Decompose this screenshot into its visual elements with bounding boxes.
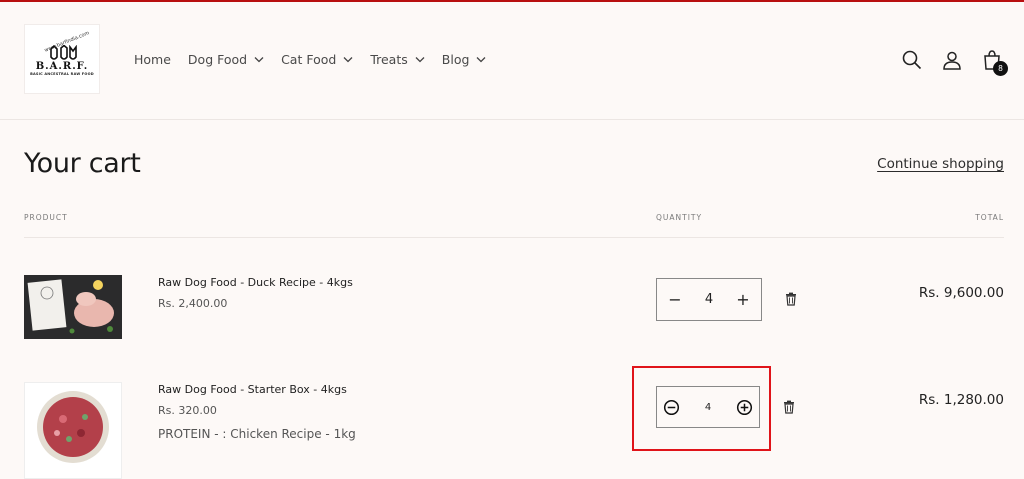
search-button[interactable]: [900, 48, 924, 72]
line-total: Rs. 9,600.00: [918, 285, 1004, 301]
continue-shopping-link[interactable]: Continue shopping: [877, 156, 1004, 172]
item-name[interactable]: Raw Dog Food - Starter Box - 4kgs: [158, 383, 347, 396]
item-price: Rs. 2,400.00: [158, 297, 228, 310]
account-button[interactable]: [940, 48, 964, 72]
table-header-divider: [24, 237, 1004, 238]
column-header-total: TOTAL: [975, 213, 1004, 222]
main-nav: Home Dog Food Cat Food Treats Blog: [134, 52, 503, 67]
product-image-duck-recipe[interactable]: [24, 275, 122, 339]
cart-count-badge: 8: [993, 61, 1008, 76]
nav-item-label: Treats: [370, 52, 408, 67]
page-title: Your cart: [24, 148, 141, 179]
nav-item-blog[interactable]: Blog: [442, 52, 487, 67]
top-accent-bar: [0, 0, 1024, 2]
nav-item-cat-food[interactable]: Cat Food: [281, 52, 353, 67]
site-logo[interactable]: www.barfindia.com B.A.R.F. BASIC ANCESTR…: [24, 24, 100, 94]
logo-tagline: BASIC ANCESTRAL RAW FOOD: [30, 71, 94, 76]
chevron-down-icon: [343, 57, 353, 63]
column-header-quantity: QUANTITY: [656, 213, 703, 222]
chevron-down-icon: [476, 57, 486, 63]
nav-item-treats[interactable]: Treats: [370, 52, 425, 67]
trash-icon[interactable]: [784, 292, 798, 306]
chevron-down-icon: [415, 57, 425, 63]
logo-pets-icon: [50, 45, 77, 60]
quantity-stepper: − 4 +: [656, 278, 762, 321]
search-icon: [902, 50, 922, 70]
product-image-starter-box[interactable]: [24, 382, 122, 479]
quantity-input[interactable]: 4: [705, 292, 713, 307]
nav-item-home[interactable]: Home: [134, 52, 171, 67]
highlight-box: [632, 366, 771, 451]
product-photo: [24, 275, 122, 339]
header-divider: [0, 119, 1024, 120]
account-icon: [943, 51, 961, 70]
line-total: Rs. 1,280.00: [918, 392, 1004, 408]
nav-item-label: Home: [134, 52, 171, 67]
nav-item-label: Blog: [441, 52, 470, 67]
cart-button[interactable]: 8: [980, 48, 1008, 76]
decrease-quantity-button[interactable]: −: [667, 290, 683, 309]
increase-quantity-button[interactable]: +: [735, 290, 751, 309]
nav-item-label: Cat Food: [281, 52, 337, 67]
chevron-down-icon: [254, 57, 264, 63]
nav-item-dog-food[interactable]: Dog Food: [188, 52, 264, 67]
trash-icon[interactable]: [782, 400, 796, 414]
nav-item-label: Dog Food: [187, 52, 248, 67]
column-header-product: PRODUCT: [24, 213, 68, 222]
item-name[interactable]: Raw Dog Food - Duck Recipe - 4kgs: [158, 276, 353, 289]
header-icons: 8: [884, 48, 1008, 76]
item-option: PROTEIN - : Chicken Recipe - 1kg: [158, 427, 356, 441]
product-photo: [25, 383, 121, 478]
item-price: Rs. 320.00: [158, 404, 217, 417]
